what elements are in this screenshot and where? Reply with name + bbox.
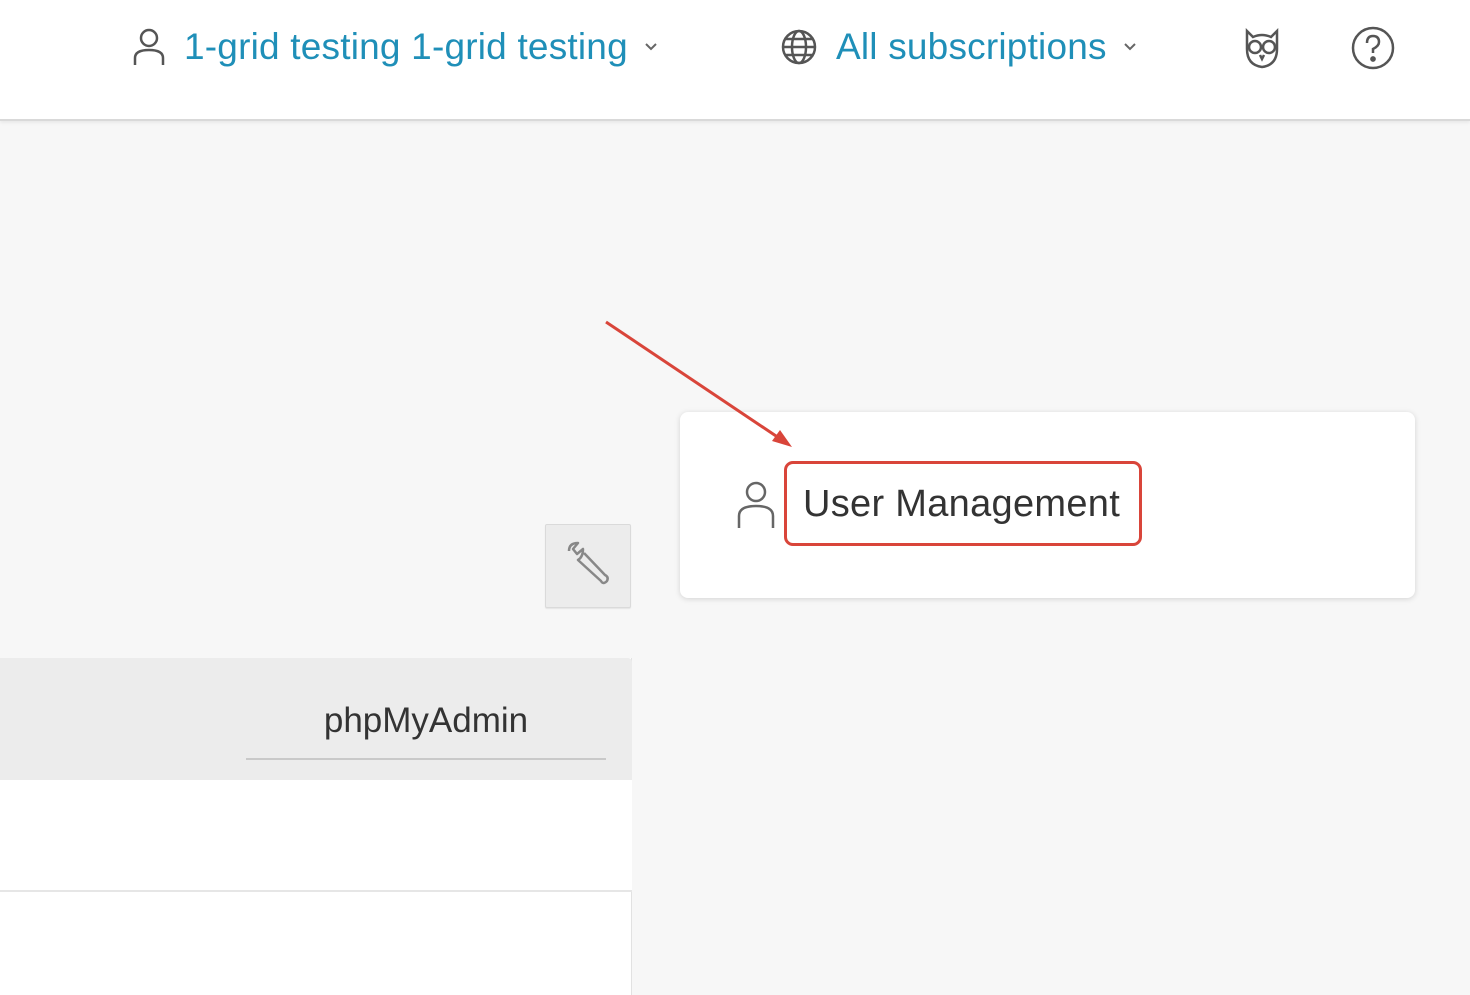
panel-row — [0, 780, 632, 892]
user-management-link[interactable]: User Management — [803, 483, 1120, 526]
subscriptions-menu-label: All subscriptions — [836, 26, 1107, 67]
user-icon — [132, 27, 166, 67]
top-bar: 1-grid testing 1-grid testing All subscr… — [0, 0, 1470, 121]
database-panel: phpMyAdmin — [0, 658, 632, 995]
panel-header: phpMyAdmin — [0, 658, 632, 780]
subscriptions-menu[interactable]: All subscriptions — [780, 22, 1137, 72]
phpmyadmin-button[interactable]: phpMyAdmin — [246, 684, 606, 760]
chevron-down-icon — [644, 42, 658, 52]
user-icon — [734, 478, 778, 532]
owl-icon[interactable] — [1238, 24, 1286, 72]
user-management-card: User Management — [680, 412, 1415, 598]
tools-button[interactable] — [545, 524, 631, 608]
user-menu[interactable]: 1-grid testing 1-grid testing — [132, 22, 658, 72]
chevron-down-icon — [1123, 42, 1137, 52]
globe-icon — [780, 28, 818, 66]
user-menu-label: 1-grid testing 1-grid testing — [184, 26, 628, 67]
help-icon[interactable] — [1349, 24, 1397, 72]
wrench-icon — [563, 539, 613, 594]
